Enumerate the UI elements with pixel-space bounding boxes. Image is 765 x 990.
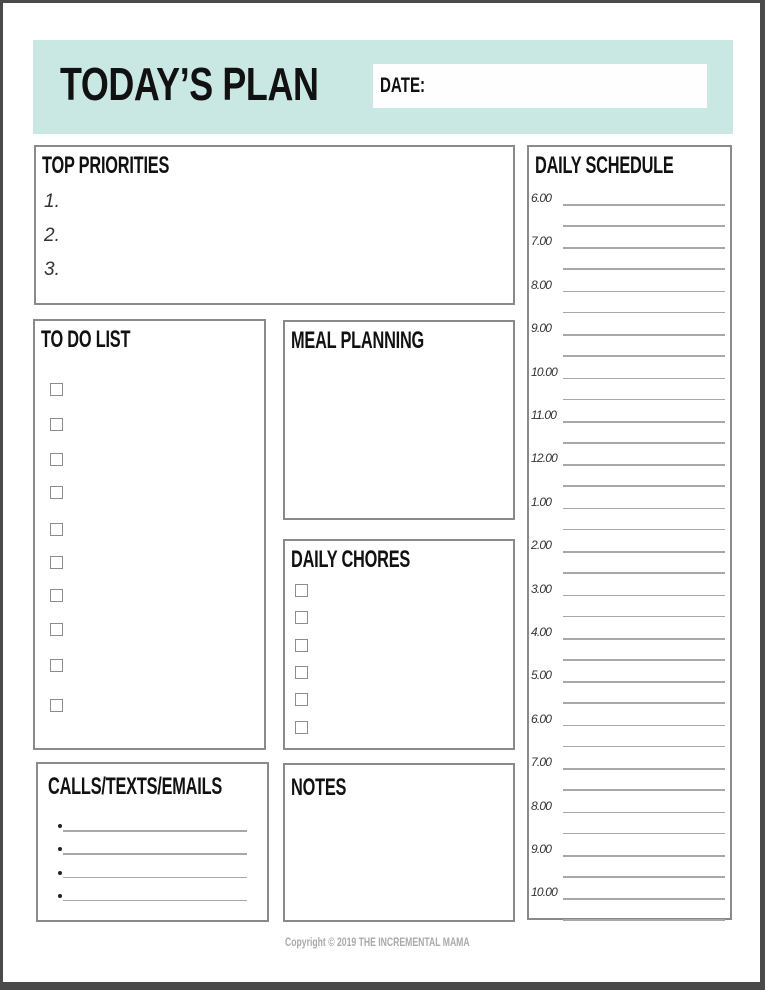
schedule-line[interactable] (563, 681, 725, 683)
schedule-half-hour-line[interactable] (563, 832, 725, 835)
chore-checkbox[interactable] (295, 611, 308, 625)
calls-entry-line[interactable] (63, 830, 247, 832)
schedule-time-label: 6.00 (531, 191, 552, 205)
todo-checkbox[interactable] (50, 659, 63, 672)
notes-section[interactable]: NOTES (283, 763, 515, 922)
schedule-line[interactable] (563, 290, 725, 293)
daily-schedule-title: DAILY SCHEDULE (535, 152, 674, 179)
schedule-line[interactable] (563, 638, 725, 640)
schedule-time-label: 8.00 (531, 277, 552, 292)
schedule-time-label: 6.00 (531, 711, 552, 726)
todo-checkbox[interactable] (50, 589, 63, 602)
schedule-time-label: 2.00 (531, 538, 552, 553)
chore-checkbox[interactable] (295, 665, 308, 679)
schedule-line[interactable] (563, 594, 725, 597)
schedule-half-hour-line[interactable] (563, 225, 725, 227)
calls-texts-emails-title: CALLS/TEXTS/EMAILS (48, 773, 223, 800)
todo-checkbox[interactable] (50, 453, 63, 466)
header-band: TODAY’S PLAN DATE: (33, 40, 733, 134)
schedule-time-label: 12.00 (531, 451, 558, 466)
schedule-time-label: 4.00 (531, 625, 552, 639)
daily-schedule-section: DAILY SCHEDULE 6.00 7.00 8.00 9.00 10.00 11.0… (527, 145, 732, 921)
schedule-line[interactable] (563, 768, 725, 770)
bullet-icon (58, 893, 62, 898)
schedule-line[interactable] (563, 421, 725, 423)
schedule-line[interactable] (563, 247, 725, 249)
schedule-half-hour-line[interactable] (563, 442, 725, 444)
schedule-line[interactable] (563, 811, 725, 814)
schedule-half-hour-line[interactable] (563, 311, 725, 314)
schedule-half-hour-line[interactable] (563, 745, 725, 748)
schedule-half-hour-line[interactable] (563, 355, 725, 357)
schedule-line[interactable] (563, 898, 725, 900)
schedule-line[interactable] (563, 464, 725, 466)
todo-checkbox[interactable] (50, 556, 63, 569)
calls-entry-line[interactable] (63, 876, 247, 879)
schedule-time-label: 7.00 (531, 755, 552, 770)
schedule-line[interactable] (563, 551, 725, 553)
schedule-half-hour-line[interactable] (563, 528, 725, 531)
schedule-time-label: 9.00 (531, 321, 552, 336)
calls-entry-line[interactable] (63, 853, 247, 855)
schedule-line[interactable] (563, 855, 725, 857)
todo-list-title: TO DO LIST (41, 326, 131, 353)
chore-checkbox[interactable] (295, 720, 308, 734)
todo-checkbox[interactable] (50, 623, 63, 636)
schedule-half-hour-line[interactable] (563, 268, 725, 270)
schedule-time-label: 5.00 (531, 668, 552, 683)
schedule-half-hour-line[interactable] (563, 789, 725, 791)
schedule-half-hour-line[interactable] (563, 615, 725, 618)
schedule-time-label: 7.00 (531, 234, 552, 249)
daily-chores-title: DAILY CHORES (291, 546, 411, 573)
schedule-time-label: 3.00 (531, 581, 552, 596)
schedule-time-label: 1.00 (531, 494, 552, 509)
schedule-half-hour-line[interactable] (563, 485, 725, 487)
todo-checkbox[interactable] (50, 523, 63, 536)
meal-planning-section[interactable]: MEAL PLANNING (283, 320, 515, 520)
bullet-icon (58, 870, 62, 875)
todo-list-section: TO DO LIST (33, 319, 266, 750)
schedule-line[interactable] (563, 334, 725, 336)
schedule-half-hour-line[interactable] (563, 398, 725, 401)
schedule-time-label: 10.00 (531, 885, 558, 900)
todo-checkbox[interactable] (50, 383, 63, 396)
date-field[interactable]: DATE: (373, 64, 707, 108)
schedule-half-hour-line[interactable] (563, 919, 725, 921)
top-priorities-title: TOP PRIORITIES (42, 152, 170, 179)
schedule-line[interactable] (563, 377, 725, 380)
priority-item-2[interactable]: 2. (44, 225, 60, 247)
todo-checkbox[interactable] (50, 699, 63, 712)
page-title: TODAY’S PLAN (60, 58, 319, 110)
top-priorities-section: TOP PRIORITIES 1. 2. 3. (34, 145, 515, 305)
priority-item-3[interactable]: 3. (44, 259, 60, 281)
schedule-half-hour-line[interactable] (563, 572, 725, 574)
schedule-half-hour-line[interactable] (563, 702, 725, 704)
calls-entry-line[interactable] (63, 899, 247, 902)
planner-page: TODAY’S PLAN DATE: TOP PRIORITIES 1. 2. … (3, 3, 760, 982)
chore-checkbox[interactable] (295, 638, 308, 652)
bullet-icon (58, 847, 62, 852)
priority-item-1[interactable]: 1. (44, 191, 60, 213)
schedule-line[interactable] (563, 204, 725, 206)
todo-checkbox[interactable] (50, 486, 63, 499)
date-label: DATE: (380, 74, 426, 97)
schedule-time-label: 10.00 (531, 364, 558, 379)
schedule-time-label: 8.00 (531, 798, 552, 813)
calls-texts-emails-section: CALLS/TEXTS/EMAILS (36, 762, 269, 922)
meal-planning-title: MEAL PLANNING (291, 327, 425, 354)
schedule-line[interactable] (563, 724, 725, 727)
schedule-time-label: 9.00 (531, 842, 552, 856)
todo-checkbox[interactable] (50, 418, 63, 431)
copyright-text: Copyright © 2019 THE INCREMENTAL MAMA (285, 935, 470, 949)
daily-chores-section: DAILY CHORES (283, 539, 515, 750)
schedule-line[interactable] (563, 507, 725, 510)
bullet-icon (58, 824, 62, 828)
chore-checkbox[interactable] (295, 584, 308, 597)
schedule-half-hour-line[interactable] (563, 659, 725, 661)
notes-title: NOTES (291, 774, 347, 801)
schedule-half-hour-line[interactable] (563, 876, 725, 878)
schedule-time-label: 11.00 (531, 408, 557, 422)
chore-checkbox[interactable] (295, 693, 308, 707)
